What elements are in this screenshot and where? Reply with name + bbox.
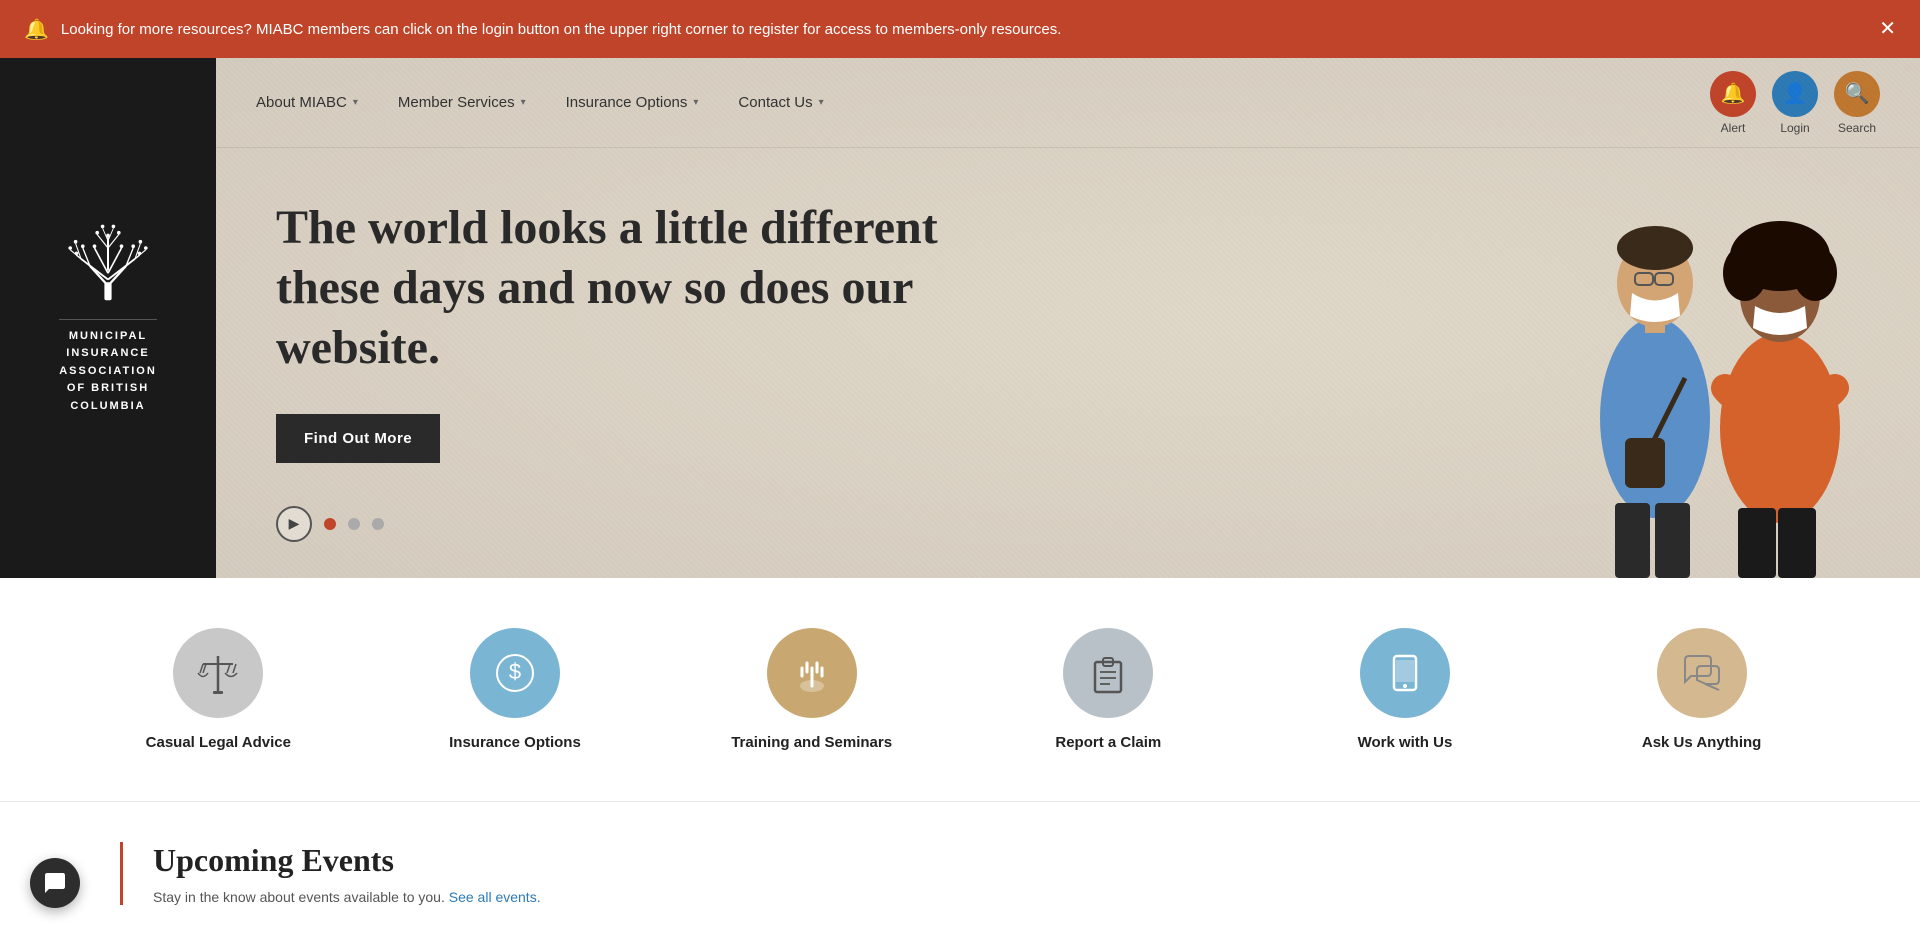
nav-item-member-services[interactable]: Member Services ▾ [398, 94, 526, 111]
alert-message: Looking for more resources? MIABC member… [61, 21, 1061, 38]
carousel-dot-2[interactable] [348, 518, 360, 530]
carousel-dot-3[interactable] [372, 518, 384, 530]
upcoming-title: Upcoming Events [153, 842, 1840, 879]
nav-link-about[interactable]: About MIABC ▾ [256, 94, 358, 111]
training-seminars-icon [767, 628, 857, 718]
chevron-down-icon: ▾ [819, 97, 824, 108]
service-item-claim[interactable]: Report a Claim [998, 628, 1218, 751]
chat-widget-button[interactable] [30, 858, 80, 908]
report-claim-icon [1063, 628, 1153, 718]
chevron-down-icon: ▾ [521, 97, 526, 108]
work-with-us-icon [1360, 628, 1450, 718]
nav-link-insurance-options[interactable]: Insurance Options ▾ [566, 94, 699, 111]
service-item-training[interactable]: Training and Seminars [702, 628, 922, 751]
logo-area: MUNICIPAL INSURANCE ASSOCIATION OF BRITI… [59, 221, 157, 416]
alert-bell-icon: 🔔 [24, 17, 49, 42]
service-item-work[interactable]: Work with Us [1295, 628, 1515, 751]
service-item-legal[interactable]: Casual Legal Advice [108, 628, 328, 751]
nav-link-contact-us[interactable]: Contact Us ▾ [738, 94, 823, 111]
main-container: MUNICIPAL INSURANCE ASSOCIATION OF BRITI… [0, 58, 1920, 578]
insurance-options-icon: $ [470, 628, 560, 718]
service-label-ask: Ask Us Anything [1642, 734, 1761, 751]
ask-us-icon [1657, 628, 1747, 718]
nav-item-insurance-options[interactable]: Insurance Options ▾ [566, 94, 699, 111]
nav-link-member-services[interactable]: Member Services ▾ [398, 94, 526, 111]
hero-content: The world looks a little different these… [216, 148, 1036, 503]
chat-icon [43, 871, 67, 895]
nav-link-contact-us-label: Contact Us [738, 94, 812, 111]
service-label-legal: Casual Legal Advice [146, 734, 291, 751]
nav-links: About MIABC ▾ Member Services ▾ Insuranc… [256, 94, 824, 111]
find-out-more-button[interactable]: Find Out More [276, 414, 440, 463]
alert-banner: 🔔 Looking for more resources? MIABC memb… [0, 0, 1920, 58]
sidebar: MUNICIPAL INSURANCE ASSOCIATION OF BRITI… [0, 58, 216, 578]
svg-text:$: $ [509, 659, 521, 684]
services-row: Casual Legal Advice $ Insurance Options … [0, 578, 1920, 801]
alert-close-button[interactable]: ✕ [1879, 19, 1896, 39]
chevron-down-icon: ▾ [693, 97, 698, 108]
nav-link-insurance-options-label: Insurance Options [566, 94, 688, 111]
nav-item-contact-us[interactable]: Contact Us ▾ [738, 94, 823, 111]
chevron-down-icon: ▾ [353, 97, 358, 108]
hero-title: The world looks a little different these… [276, 198, 976, 378]
hero-people-svg [1470, 98, 1920, 578]
logo-divider [59, 319, 157, 320]
carousel-dot-1[interactable] [324, 518, 336, 530]
service-item-ask[interactable]: Ask Us Anything [1592, 628, 1812, 751]
logo-text: MUNICIPAL INSURANCE ASSOCIATION OF BRITI… [59, 328, 157, 416]
nav-link-about-label: About MIABC [256, 94, 347, 111]
nav-item-about[interactable]: About MIABC ▾ [256, 94, 358, 111]
see-all-events-link[interactable]: See all events. [449, 889, 541, 905]
carousel-play-button[interactable]: ▶ [276, 506, 312, 542]
hero-illustration [1470, 98, 1920, 578]
upcoming-inner: Upcoming Events Stay in the know about e… [120, 842, 1840, 905]
logo-tree-icon [63, 221, 153, 311]
upcoming-subtitle: Stay in the know about events available … [153, 889, 1840, 905]
hero-area: About MIABC ▾ Member Services ▾ Insuranc… [216, 58, 1920, 578]
nav-link-member-services-label: Member Services [398, 94, 515, 111]
legal-advice-icon [173, 628, 263, 718]
service-label-insurance: Insurance Options [449, 734, 581, 751]
service-item-insurance[interactable]: $ Insurance Options [405, 628, 625, 751]
service-label-training: Training and Seminars [731, 734, 892, 751]
service-label-claim: Report a Claim [1055, 734, 1161, 751]
upcoming-section: Upcoming Events Stay in the know about e… [0, 801, 1920, 945]
carousel-controls: ▶ [276, 506, 384, 542]
service-label-work: Work with Us [1358, 734, 1453, 751]
upcoming-subtitle-text: Stay in the know about events available … [153, 889, 445, 905]
